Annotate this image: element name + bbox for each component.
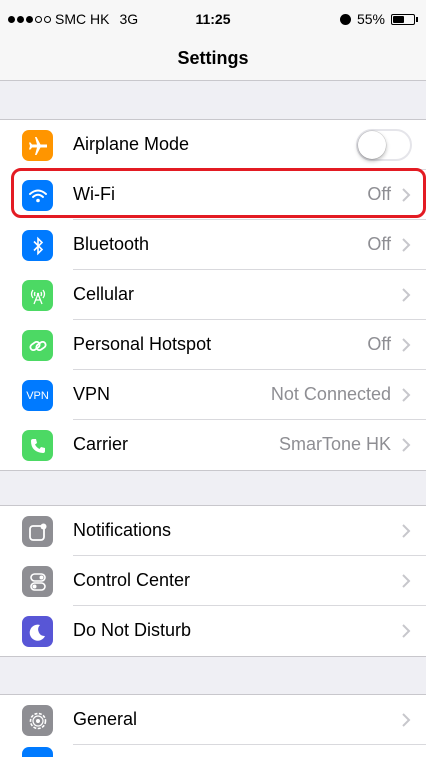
bluetooth-icon: [22, 230, 53, 261]
notifications-label: Notifications: [73, 520, 172, 540]
status-bar: SMC HK 3G 11:25 55%: [0, 0, 426, 40]
bluetooth-status: Off: [367, 234, 391, 254]
moon-icon: [22, 616, 53, 647]
row-do-not-disturb[interactable]: Do Not Disturb: [0, 606, 426, 656]
chevron-right-icon: [402, 338, 411, 352]
battery-tip: [416, 16, 418, 22]
toggle-knob: [358, 131, 386, 159]
chevron-right-icon: [402, 288, 411, 302]
partial-icon: [22, 747, 53, 757]
row-bluetooth[interactable]: Bluetooth Off: [0, 220, 426, 270]
vpn-label: VPN: [73, 384, 111, 404]
vpn-icon-text: VPN: [26, 389, 49, 402]
airplane-mode-toggle[interactable]: [356, 129, 412, 161]
personal-hotspot-label: Personal Hotspot: [73, 334, 212, 354]
wifi-label: Wi-Fi: [73, 184, 115, 204]
row-general[interactable]: General: [0, 695, 426, 745]
vpn-icon: VPN: [22, 380, 53, 411]
cellular-label: Cellular: [73, 284, 135, 304]
chevron-right-icon: [402, 713, 411, 727]
hotspot-icon: [22, 330, 53, 361]
chevron-right-icon: [402, 574, 411, 588]
vpn-status: Not Connected: [270, 384, 391, 404]
notifications-icon: [22, 516, 53, 547]
control-center-label: Control Center: [73, 570, 191, 590]
chevron-right-icon: [402, 624, 411, 638]
alarm-icon: [339, 13, 351, 25]
chevron-right-icon: [402, 238, 411, 252]
carrier-label: Carrier: [73, 434, 129, 454]
airplane-icon: [22, 130, 53, 161]
page-title: Settings: [177, 48, 249, 68]
settings-group-connectivity: Airplane Mode Wi-Fi Off Bluetooth Off Ce…: [0, 119, 426, 471]
battery-percent: 55%: [356, 11, 385, 27]
phone-icon: [22, 430, 53, 461]
airplane-mode-label: Airplane Mode: [73, 134, 190, 154]
bluetooth-label: Bluetooth: [73, 234, 150, 254]
row-control-center[interactable]: Control Center: [0, 556, 426, 606]
cellular-icon: [22, 280, 53, 311]
chevron-right-icon: [402, 188, 411, 202]
personal-hotspot-status: Off: [367, 334, 391, 354]
row-personal-hotspot[interactable]: Personal Hotspot Off: [0, 320, 426, 370]
chevron-right-icon: [402, 524, 411, 538]
chevron-right-icon: [402, 438, 411, 452]
navigation-bar: Settings: [0, 40, 426, 81]
row-notifications[interactable]: Notifications: [0, 506, 426, 556]
general-label: General: [73, 709, 138, 729]
wifi-status: Off: [367, 184, 391, 204]
row-vpn[interactable]: VPN VPN Not Connected: [0, 370, 426, 420]
row-airplane-mode[interactable]: Airplane Mode: [0, 120, 426, 170]
row-wifi[interactable]: Wi-Fi Off: [0, 170, 426, 220]
row-cellular[interactable]: Cellular: [0, 270, 426, 320]
row-carrier[interactable]: Carrier SmarTone HK: [0, 420, 426, 470]
row-partial: [0, 745, 426, 757]
battery-icon: [391, 13, 415, 25]
settings-group-general: General: [0, 694, 426, 757]
carrier-value: SmarTone HK: [278, 434, 391, 454]
gear-icon: [22, 705, 53, 736]
wifi-icon: [22, 180, 53, 211]
chevron-right-icon: [402, 388, 411, 402]
do-not-disturb-label: Do Not Disturb: [73, 620, 192, 640]
settings-group-notifications: Notifications Control Center Do Not Dist…: [0, 505, 426, 657]
status-right: 55%: [339, 11, 418, 27]
control-center-icon: [22, 566, 53, 597]
